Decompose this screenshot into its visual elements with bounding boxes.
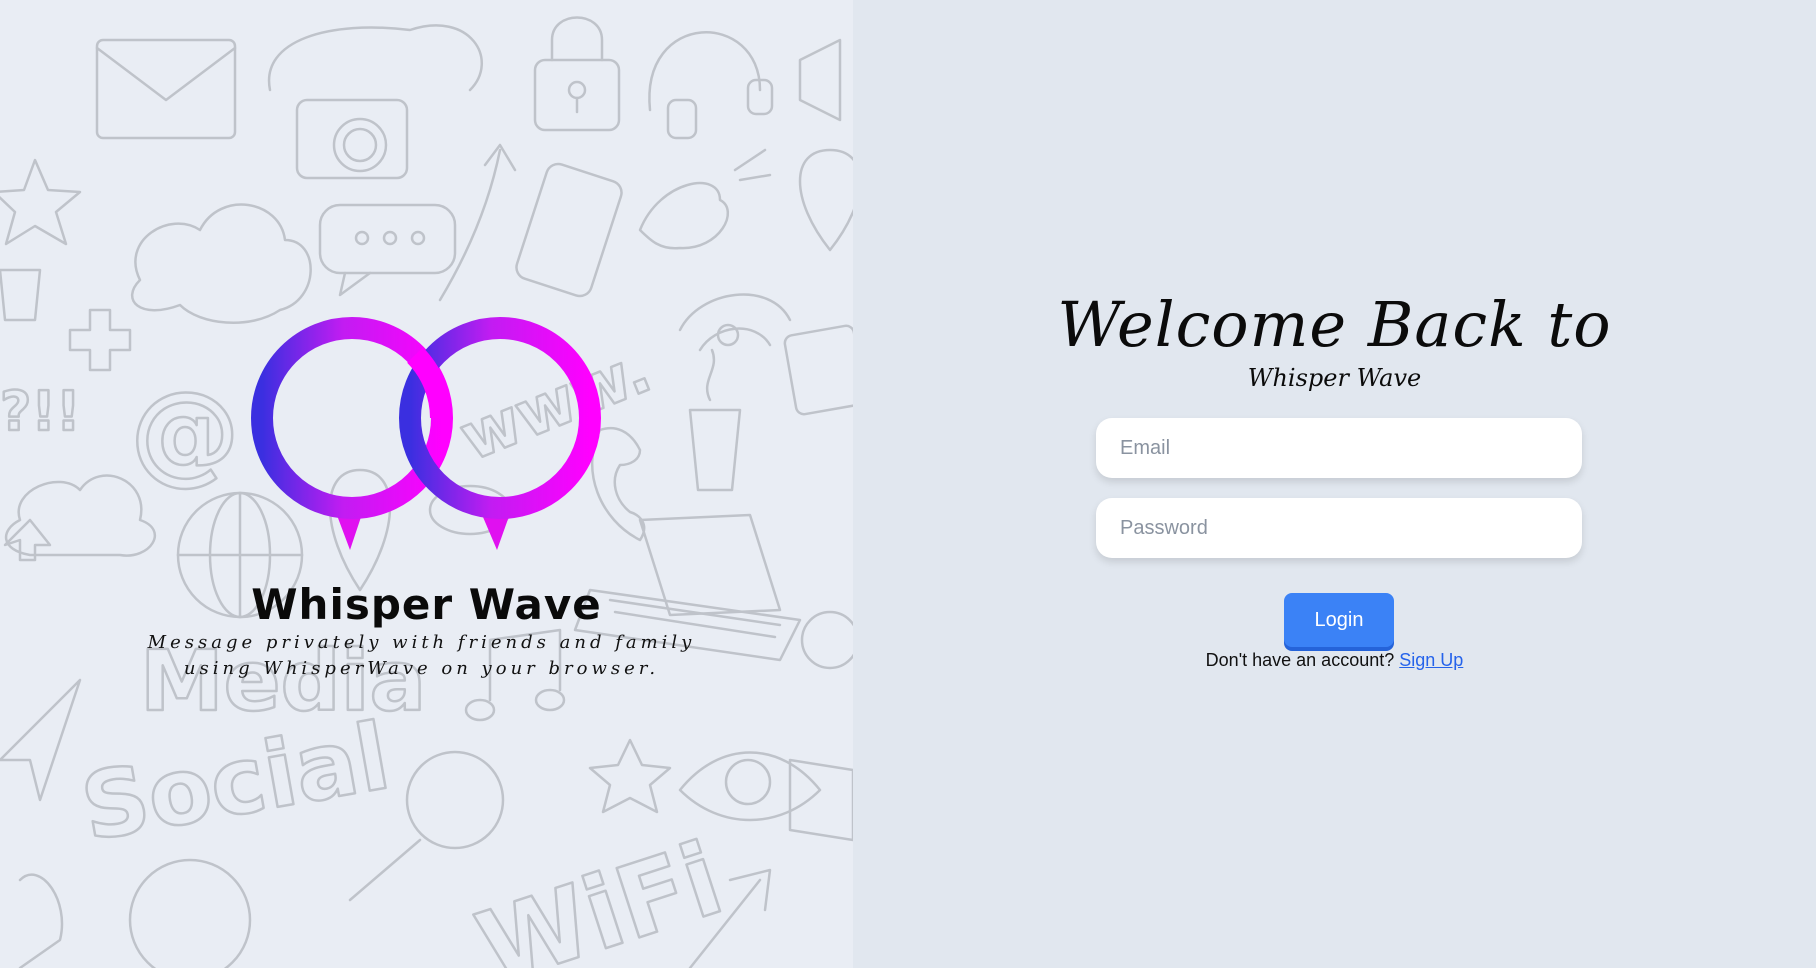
brand-panel: @ ?!! www. Media Social WiFi Whisper Wav… [0,0,853,968]
login-panel: Welcome Back to Whisper Wave Login Don't… [853,0,1816,968]
paper-plane-doodle [0,678,82,802]
camera-doodle [295,98,409,180]
signup-row: Don't have an account? Sign Up [853,650,1816,671]
svg-text:WiFi: WiFi [464,820,735,968]
email-field[interactable] [1096,418,1582,478]
welcome-subheading: Whisper Wave [1247,364,1422,392]
signup-prompt: Don't have an account? [1205,650,1395,670]
brand-tagline: Message privately with friends and famil… [147,632,696,679]
svg-text:@: @ [130,368,240,496]
login-page: @ ?!! www. Media Social WiFi Whisper Wav… [0,0,1816,968]
signup-link[interactable]: Sign Up [1399,650,1463,670]
phone-doodle [515,162,623,298]
envelope-doodle [95,38,237,140]
whisper-wave-logo [251,317,601,550]
password-field[interactable] [1096,498,1582,558]
svg-text:?!!: ?!! [0,380,81,443]
lock-doodle [533,58,621,132]
welcome-heading: Welcome Back to [1057,288,1612,361]
headphones-doodle [648,31,762,112]
brand-name: Whisper Wave [251,580,602,629]
login-button[interactable]: Login [1284,593,1394,647]
